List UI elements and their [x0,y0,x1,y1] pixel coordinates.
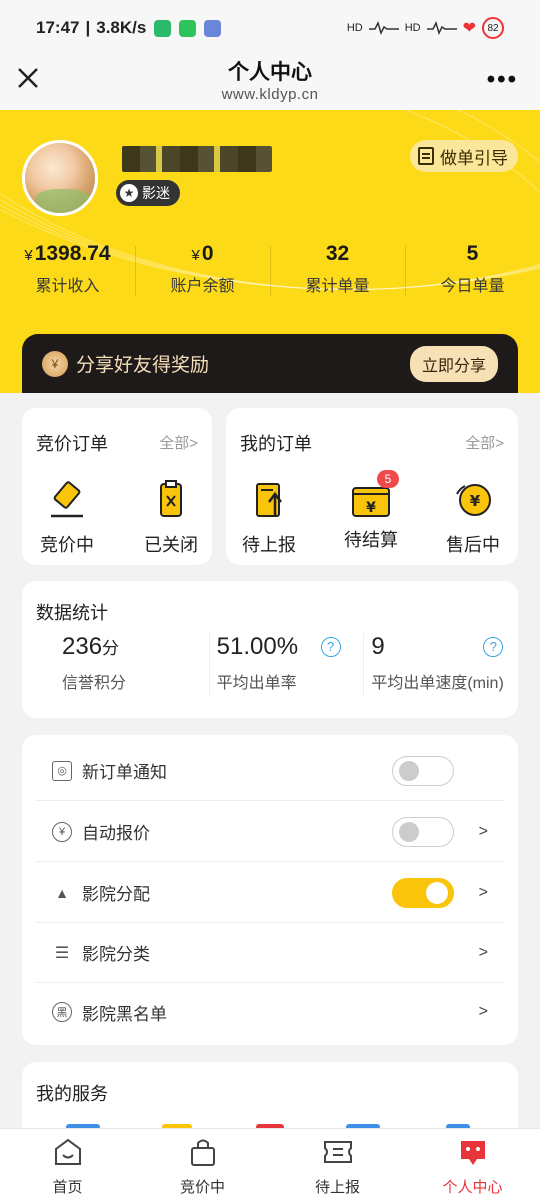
setting-new-order-notify[interactable]: ◎ 新订单通知 [36,741,504,801]
bag-icon [190,1139,215,1166]
order-pending-settlement[interactable]: ¥ 5 待结算 [326,470,416,552]
page-url: www.kldyp.cn [221,86,319,103]
stat-account-balance[interactable]: ¥0 账户余额 [135,242,270,302]
tab-home[interactable]: 首页 [0,1129,135,1200]
setting-auto-quote[interactable]: ¥ 自动报价 > [36,802,504,862]
services-title: 我的服务 [36,1084,108,1104]
profile-header: ★ 影迷 做单引导 ¥1398.74 累计收入 ¥0 账户余额 32 累计单量 … [0,110,540,393]
app-notification-icon [204,19,222,37]
signal-icon-2 [426,21,457,35]
cinema-allocation-toggle[interactable] [392,877,454,908]
upload-doc-icon [256,483,282,517]
star-icon: ★ [120,184,138,202]
stat-today-orders[interactable]: 5 今日单量 [405,242,540,302]
more-menu-icon[interactable]: ••• [487,66,518,94]
stat-total-income[interactable]: ¥1398.74 累计收入 [0,242,135,302]
my-orders-all-link[interactable]: 全部> [465,432,504,453]
order-after-sales[interactable]: ¥ 售后中 [428,480,518,557]
order-guide-label: 做单引导 [440,148,508,168]
blacklist-icon: 黑 [52,1002,72,1022]
auto-quote-toggle[interactable] [392,816,454,847]
username-redacted [122,146,272,172]
hd-signal-icon-2: HD [404,22,421,34]
order-pending-report[interactable]: 待上报 [224,480,314,557]
profile-chat-icon [460,1141,485,1165]
settlement-count-badge: 5 [377,470,399,488]
refund-yen-icon: ¥ [456,484,491,516]
signal-icon [368,21,399,35]
heart-icon: ❤ [462,20,476,37]
battery-indicator: 82 [482,17,504,39]
status-speed: 3.8K/s [96,18,147,37]
bid-orders-all-link[interactable]: 全部> [159,432,198,453]
my-orders-card: 我的订单 全部> 待上报 ¥ 5 待结算 ¥ 售后中 [226,408,518,565]
new-order-notify-toggle[interactable] [392,755,454,786]
page-title: 个人中心 [228,61,312,84]
svg-text:¥: ¥ [470,492,481,510]
chevron-right-icon: > [478,1003,488,1020]
status-time: 17:47 [36,18,80,37]
setting-cinema-allocation[interactable]: ▲ 影院分配 > [36,863,504,923]
share-text: 分享好友得奖励 [76,355,210,376]
stat-total-orders[interactable]: 32 累计单量 [270,242,405,302]
data-stats-title: 数据统计 [36,603,108,623]
chevron-right-icon: > [478,883,488,901]
svg-text:¥: ¥ [366,500,376,516]
setting-cinema-blacklist[interactable]: 黑 影院黑名单 > [36,982,504,1042]
summary-stats: ¥1398.74 累计收入 ¥0 账户余额 32 累计单量 5 今日单量 [0,242,540,302]
tab-profile[interactable]: 个人中心 [405,1129,540,1200]
ticket-icon [323,1141,352,1163]
bid-orders-title: 竞价订单 [36,434,108,454]
member-badge: ★ 影迷 [116,180,180,206]
hd-signal-icon: HD [346,22,363,34]
order-guide-button[interactable]: 做单引导 [410,140,518,172]
bid-in-progress[interactable]: 竞价中 [22,480,112,557]
bid-orders-card: 竞价订单 全部> 竞价中 已关闭 [22,408,212,565]
document-icon [418,147,434,165]
stat-credit-score: 236分 信誉积分 [62,633,127,692]
tab-bidding[interactable]: 竞价中 [135,1129,270,1200]
data-stats-card: 数据统计 236分 信誉积分 51.00% 平均出单率 ? 9 平均出单速度(m… [22,581,518,718]
stat-avg-order-speed: 9 平均出单速度(min) ? [363,633,518,703]
nav-bar: 个人中心 www.kldyp.cn ••• [0,44,540,110]
list-icon: ☰ [54,944,70,962]
coin-icon: ¥ [42,350,68,377]
wechat-icon [179,19,197,37]
stat-avg-order-rate: 51.00% 平均出单率 ? [208,633,364,703]
home-icon [54,1138,81,1165]
auto-price-icon: ¥ [52,821,72,842]
hierarchy-icon: ▲ [55,884,69,901]
my-orders-title: 我的订单 [240,434,312,454]
chevron-right-icon: > [478,943,488,961]
chevron-right-icon: > [478,822,488,840]
avatar[interactable] [22,140,98,216]
clipboard-closed-icon [160,480,182,517]
shield-app-icon [154,19,172,37]
share-now-button[interactable]: 立即分享 [409,345,498,382]
member-badge-label: 影迷 [142,185,170,201]
tab-pending-report[interactable]: 待上报 [270,1129,405,1200]
setting-cinema-category[interactable]: ☰ 影院分类 > [36,923,504,983]
help-icon[interactable]: ? [320,637,341,657]
bid-closed[interactable]: 已关闭 [126,480,216,557]
gavel-icon [51,481,83,518]
settings-card: ◎ 新订单通知 ¥ 自动报价 > ▲ 影院分配 > ☰ 影院分类 > 黑 影院黑… [22,735,518,1045]
bottom-tab-bar: 首页 竞价中 待上报 个人中心 [0,1128,540,1200]
notification-icon: ◎ [52,760,72,781]
share-banner[interactable]: ¥ 分享好友得奖励 立即分享 [22,334,518,393]
